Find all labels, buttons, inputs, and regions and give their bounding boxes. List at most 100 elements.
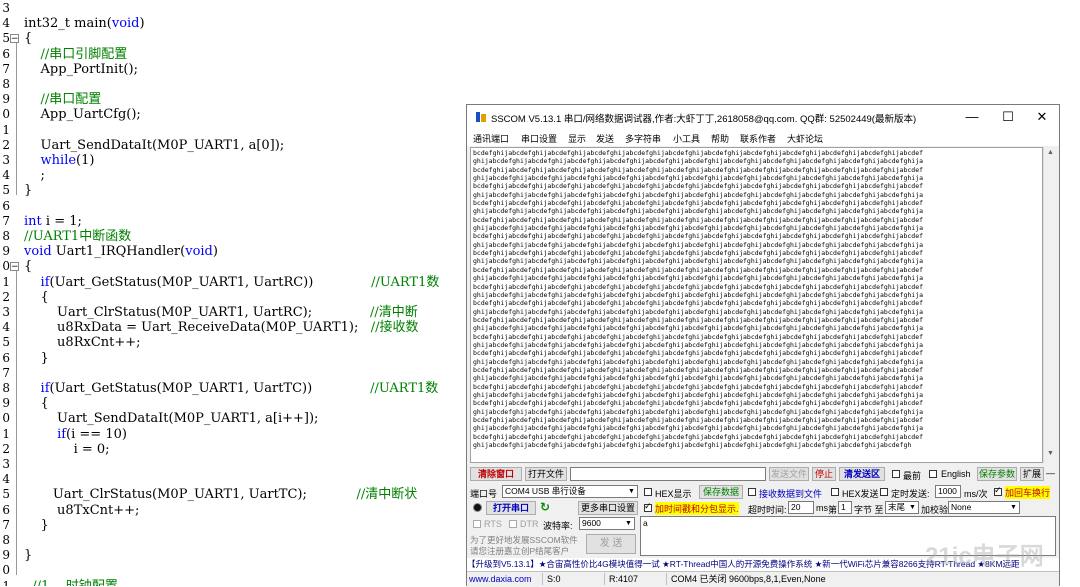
line-number: 9 [2, 244, 10, 259]
stop-button[interactable]: 停止 [812, 467, 836, 481]
keyword-token: if [40, 381, 50, 396]
line-number: 5 [2, 487, 10, 502]
chevron-down-icon[interactable]: ▼ [623, 518, 634, 529]
code-line: 9 { [0, 396, 48, 411]
baud-select[interactable]: 9600 ▼ [579, 517, 635, 530]
menu-port-settings[interactable]: 串口设置 [521, 132, 557, 145]
line-number: 3 [2, 153, 10, 167]
menu-contact[interactable]: 联系作者 [740, 132, 776, 145]
save-params-button[interactable]: 保存参数 [977, 467, 1017, 481]
english-checkbox[interactable] [929, 470, 937, 478]
keyword-token: void [111, 16, 140, 32]
title-bar[interactable]: SSCOM V5.13.1 串口/网络数据调试器,作者:大虾丁丁,2618058… [467, 105, 1059, 129]
receive-area[interactable]: bcdefghijabcdefghijabcdefghijabcdefghija… [470, 147, 1043, 463]
open-port-button[interactable]: 打开串口 [486, 501, 536, 515]
code-line: 1 //1....时钟配置 [0, 579, 117, 586]
timed-send-checkbox[interactable] [880, 488, 888, 496]
fold-toggle-icon[interactable]: − [10, 34, 19, 44]
timestamp-label: 加时间戳和分包显示. [655, 502, 739, 515]
hex-send-checkbox[interactable] [831, 488, 839, 496]
port-select[interactable]: COM4 USB 串行设备 ▼ [502, 485, 638, 498]
vertical-scrollbar[interactable]: ▲ ▼ [1043, 147, 1058, 463]
code-token: } [24, 517, 49, 533]
clear-window-button[interactable]: 清除窗口 [470, 467, 522, 481]
end-value: 末尾 [888, 502, 906, 512]
website-link[interactable]: www.daxia.com [467, 573, 543, 585]
refresh-icon[interactable]: ↻ [540, 500, 550, 514]
menu-multi-string[interactable]: 多字符串 [625, 132, 661, 145]
minimize-button[interactable]: — [957, 107, 987, 127]
port-value: COM4 USB 串行设备 [505, 486, 586, 496]
code-token: Uart_SendDataIt(M0P_UART1, a[0]); [24, 137, 285, 153]
hex-display-checkbox[interactable] [644, 488, 652, 496]
maximize-button[interactable]: ☐ [993, 107, 1023, 127]
promo-line-2[interactable]: 请您注册嘉立创P结尾客户 [470, 545, 569, 557]
menu-forum[interactable]: 大虾论坛 [787, 132, 823, 145]
code-text: Uart_ClrStatus(M0P_UART1, UartTC); //清中断… [24, 487, 417, 502]
menu-help[interactable]: 帮助 [711, 132, 729, 145]
chevron-down-icon[interactable]: ▼ [907, 502, 918, 513]
clear-send-button[interactable]: 清发送区 [839, 467, 885, 481]
send-file-button[interactable]: 发送文件 [769, 467, 809, 481]
end-select[interactable]: 末尾 ▼ [885, 501, 919, 514]
watermark-logo: 21ic电子网 [925, 543, 1044, 570]
fold-toggle-icon[interactable]: − [10, 262, 19, 272]
menu-tools[interactable]: 小工具 [673, 132, 700, 145]
nth-input[interactable]: 1 [838, 501, 852, 514]
received-count: R:4107 [607, 573, 667, 585]
comment-token: //串口引脚配置 [40, 46, 128, 62]
code-line: 6 [0, 199, 10, 214]
send-button[interactable]: 发 送 [586, 534, 636, 554]
code-text: //串口引脚配置 [24, 46, 128, 62]
open-file-button[interactable]: 打开文件 [525, 467, 567, 481]
line-number: 2 [2, 441, 10, 456]
timestamp-checkbox[interactable] [644, 501, 652, 512]
recv-to-file-checkbox[interactable] [748, 488, 756, 496]
expand-button[interactable]: 扩展 [1020, 467, 1044, 481]
more-settings-button[interactable]: 更多串口设置 [578, 501, 638, 515]
timeout-input[interactable]: 20 [788, 501, 814, 514]
save-data-button[interactable]: 保存数据 [699, 485, 743, 499]
recv-to-file-label: 接收数据到文件 [759, 489, 823, 499]
code-token: (Uart_GetStatus(M0P_UART1, UartTC)) [49, 381, 371, 396]
status-bar: www.daxia.com S:0 R:4107 COM4 已关闭 9600bp… [467, 571, 1059, 587]
chevron-down-icon[interactable]: ▼ [1008, 502, 1019, 513]
close-button[interactable]: ✕ [1027, 107, 1057, 127]
code-text: i = 0; [24, 442, 110, 457]
front-label: 最前 [903, 471, 922, 481]
dtr-checkbox[interactable] [509, 520, 517, 528]
hex-send-label: HEX发送 [842, 489, 879, 499]
menu-display[interactable]: 显示 [568, 132, 586, 145]
code-editor[interactable]: 3 4 int32_t main(void) 5−{6 //串口引脚配置 7 App_P… [0, 0, 470, 586]
fold-guide [16, 271, 17, 576]
menu-send[interactable]: 发送 [596, 132, 614, 145]
code-text: if(Uart_GetStatus(M0P_UART1, UartRC)) //… [24, 275, 440, 290]
code-line: 9 void Uart1_IRQHandler(void) [0, 244, 218, 259]
add-crlf-checkbox[interactable] [994, 485, 1002, 496]
code-line: 0 App_UartCfg(); [0, 107, 140, 122]
scroll-up-arrow-icon[interactable]: ▲ [1047, 149, 1054, 156]
menu-comm-port[interactable]: 通讯端口 [473, 132, 509, 145]
rts-label: RTS [484, 519, 502, 529]
interval-input[interactable]: 1000 [935, 485, 961, 498]
code-line: 8 [0, 77, 10, 92]
front-checkbox[interactable] [892, 470, 900, 478]
code-token: int32_t main( [24, 16, 112, 32]
port-status-text: COM4 已关闭 9600bps,8,1,Even,None [671, 574, 826, 584]
scroll-down-arrow-icon[interactable]: ▼ [1047, 450, 1054, 457]
file-path-field[interactable] [570, 467, 766, 481]
line-number: 0 [2, 563, 10, 578]
line-number: 8 [2, 77, 10, 91]
rts-checkbox[interactable] [473, 520, 481, 528]
checksum-select[interactable]: None ▼ [948, 501, 1020, 514]
line-number: 0 [2, 411, 10, 426]
line-number: 8 [2, 229, 10, 243]
code-line: 5} [0, 183, 32, 198]
chevron-down-icon[interactable]: ▼ [626, 486, 637, 497]
line-number: 6 [2, 46, 10, 61]
code-text: Uart_ClrStatus(M0P_UART1, UartRC); //清中断 [24, 305, 418, 320]
code-token: } [24, 548, 33, 564]
